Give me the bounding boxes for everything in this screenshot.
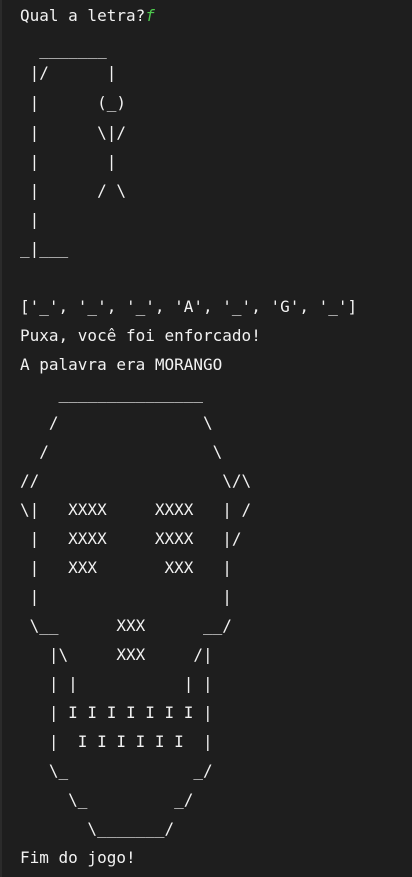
terminal-output: Qual a letra?f _______ |/ | | (_) | \|/ …: [0, 0, 412, 877]
prompt-label: Qual a letra?: [20, 6, 146, 25]
gallows-line: | / \: [20, 181, 126, 200]
game-over-message: Fim do jogo!: [20, 848, 136, 867]
letter-input[interactable]: f: [145, 6, 155, 25]
skull-line: / \: [20, 442, 223, 461]
gallows-line: |: [20, 210, 40, 229]
gallows-line: | (_): [20, 93, 126, 112]
gallows-line: |/ |: [20, 63, 117, 82]
skull-line: // \/\: [20, 471, 252, 490]
skull-line: \__ XXX __/: [20, 616, 232, 635]
skull-line: / \: [20, 413, 213, 432]
skull-line: \_ _/: [20, 761, 213, 780]
skull-line: \_ _/: [20, 790, 194, 809]
skull-line: _______________: [20, 384, 204, 403]
gallows-line: _______: [20, 40, 107, 59]
gallows-line: | \|/: [20, 123, 126, 142]
gallows-line: _|___: [20, 239, 69, 258]
word-board: ['_', '_', '_', 'A', '_', 'G', '_']: [20, 297, 358, 316]
letter-prompt: Qual a letra?f: [20, 4, 155, 28]
lose-message: Puxa, você foi enforcado!: [20, 326, 261, 345]
skull-line: |\ XXX /|: [20, 645, 213, 664]
skull-line: | I I I I I I |: [20, 732, 213, 751]
skull-line: | XXXX XXXX |/: [20, 529, 242, 548]
gallows-line: | |: [20, 152, 117, 171]
word-reveal: A palavra era MORANGO: [20, 355, 223, 374]
skull-line: \| XXXX XXXX | /: [20, 500, 252, 519]
skull-line: | |: [20, 587, 232, 606]
skull-line: \_______/: [20, 819, 175, 838]
skull-line: | XXX XXX |: [20, 558, 232, 577]
skull-line: | | | |: [20, 674, 213, 693]
skull-line: | I I I I I I I |: [20, 703, 213, 722]
